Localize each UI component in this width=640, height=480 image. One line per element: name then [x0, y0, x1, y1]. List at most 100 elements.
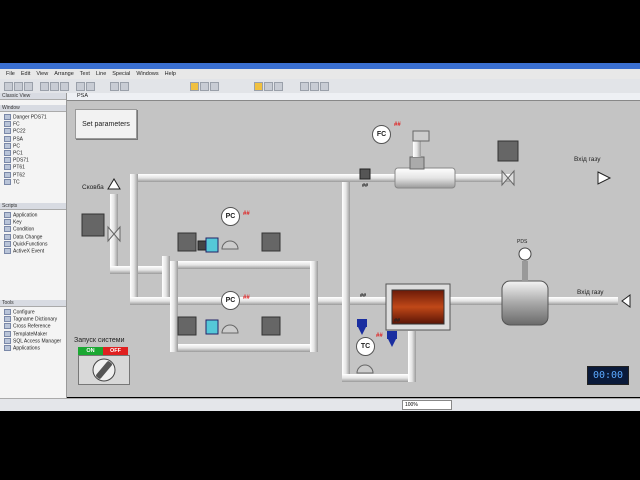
inlet-valve-actuator[interactable] [81, 213, 105, 237]
menu-item-windows[interactable]: Windows [136, 71, 158, 77]
tools-section-header[interactable]: Tools [0, 300, 66, 307]
control-valve-icon[interactable] [221, 240, 239, 250]
pipe [110, 266, 170, 274]
tool-item[interactable]: Cross Reference [4, 323, 51, 330]
outlet-label-top: Вхід газу [574, 156, 601, 163]
scripts-section-header[interactable]: Scripts [0, 203, 66, 210]
valve-actuator[interactable] [497, 140, 519, 162]
application-explorer: Classic View Window Danger PDS71 FC PC22 PS… [0, 93, 67, 398]
tool-item[interactable]: Configure [4, 309, 35, 315]
italic-icon[interactable] [200, 82, 209, 91]
flow-valve[interactable] [359, 168, 371, 180]
hmi-canvas: Сковба Вхід газу Вхід газу FC ## ## PC #… [70, 101, 638, 395]
window-icon [4, 121, 11, 128]
bold-icon[interactable] [190, 82, 199, 91]
align-right-icon[interactable] [274, 82, 283, 91]
menu-item-arrange[interactable]: Arrange [54, 71, 74, 77]
menu-item-line[interactable]: Line [96, 71, 106, 77]
classic-view-header: Classic View [0, 93, 66, 100]
window-item[interactable]: FC [4, 121, 20, 128]
menu-item-special[interactable]: Special [112, 71, 130, 77]
valve-actuator[interactable] [357, 319, 367, 327]
align-center-icon[interactable] [264, 82, 273, 91]
paste-icon[interactable] [60, 82, 69, 91]
valve-actuator[interactable] [177, 316, 197, 336]
undo-icon[interactable] [76, 82, 85, 91]
window-item[interactable]: PT61 [4, 164, 25, 171]
control-valve-icon[interactable] [358, 327, 366, 335]
align-left-icon[interactable] [254, 82, 263, 91]
script-item[interactable]: Key [4, 219, 22, 226]
outlet-label-right: Вхід газу [577, 289, 604, 296]
text-color-icon[interactable] [320, 82, 329, 91]
script-label: Application [13, 212, 38, 219]
pressure-controller-lower[interactable]: PC [221, 291, 240, 310]
script-item[interactable]: ActiveX Event [4, 248, 44, 254]
window-icon [4, 178, 11, 185]
pipe [130, 174, 138, 304]
control-valve-icon[interactable] [356, 364, 374, 374]
window-icon [4, 142, 11, 149]
window-label: PC [13, 143, 20, 150]
window-item[interactable]: PDS71 [4, 157, 29, 164]
copy-icon[interactable] [50, 82, 59, 91]
window-item[interactable]: Danger PDS71 [4, 114, 47, 120]
window-icon [4, 157, 11, 164]
align-icon[interactable] [120, 82, 129, 91]
pipe [342, 374, 416, 382]
gate-valve-icon[interactable] [501, 169, 515, 187]
script-item[interactable]: Data Change [4, 233, 42, 240]
start-switch[interactable] [78, 355, 130, 385]
line-color-icon[interactable] [300, 82, 309, 91]
flow-tag: ## [394, 122, 401, 128]
fill-color-icon[interactable] [310, 82, 319, 91]
tool-item[interactable]: SQL Access Manager [4, 337, 61, 344]
window-item[interactable]: PC1 [4, 150, 23, 156]
window-icon [4, 164, 11, 171]
tool-item[interactable]: Tagname Dictionary [4, 316, 57, 323]
tool-item[interactable]: Applications [4, 345, 40, 351]
cut-icon[interactable] [40, 82, 49, 91]
valve-actuator[interactable] [261, 232, 281, 252]
valve-actuator[interactable] [387, 331, 397, 339]
pressure-sensor [205, 237, 219, 253]
window-item[interactable]: PT62 [4, 171, 25, 178]
script-item[interactable]: Condition [4, 226, 34, 233]
underline-icon[interactable] [210, 82, 219, 91]
set-parameters-button[interactable]: Set parameters [75, 109, 137, 139]
save-icon[interactable] [24, 82, 33, 91]
process-diagram [81, 130, 631, 382]
script-item[interactable]: Application [4, 212, 37, 218]
script-item[interactable]: QuickFunctions [4, 240, 47, 247]
temperature-controller[interactable]: TC [356, 337, 375, 356]
window-label: TC [13, 179, 20, 186]
start-system-label: Запуск системи [74, 337, 125, 344]
pressure-controller-upper[interactable]: PC [221, 207, 240, 226]
window-label: PT61 [13, 164, 25, 171]
menu-item-text[interactable]: Text [80, 71, 90, 77]
window-item[interactable]: PSA [4, 135, 23, 142]
redo-icon[interactable] [86, 82, 95, 91]
valve-actuator[interactable] [177, 232, 197, 252]
window-item[interactable]: PC [4, 142, 20, 150]
zoom-field[interactable]: 100% [402, 400, 452, 410]
control-valve-icon[interactable] [388, 339, 396, 347]
tool-label: Cross Reference [13, 323, 51, 330]
flow-meter-body [394, 167, 456, 189]
menu-item-file[interactable]: File [6, 71, 15, 77]
tool-item[interactable]: TemplateMaker [4, 330, 47, 337]
open-icon[interactable] [14, 82, 23, 91]
control-valve-icon[interactable] [221, 324, 239, 334]
valve-actuator[interactable] [261, 316, 281, 336]
rotary-switch-icon[interactable] [79, 356, 129, 384]
flow-controller[interactable]: FC [372, 125, 391, 144]
window-section-header[interactable]: Window [0, 105, 66, 112]
grid-icon[interactable] [110, 82, 119, 91]
window-item[interactable]: PC22 [4, 128, 26, 135]
menu-item-edit[interactable]: Edit [21, 71, 30, 77]
menu-item-help[interactable]: Help [165, 71, 176, 77]
new-icon[interactable] [4, 82, 13, 91]
menu-item-view[interactable]: View [36, 71, 48, 77]
window-item[interactable]: TC [4, 178, 20, 186]
pipe [350, 297, 390, 305]
